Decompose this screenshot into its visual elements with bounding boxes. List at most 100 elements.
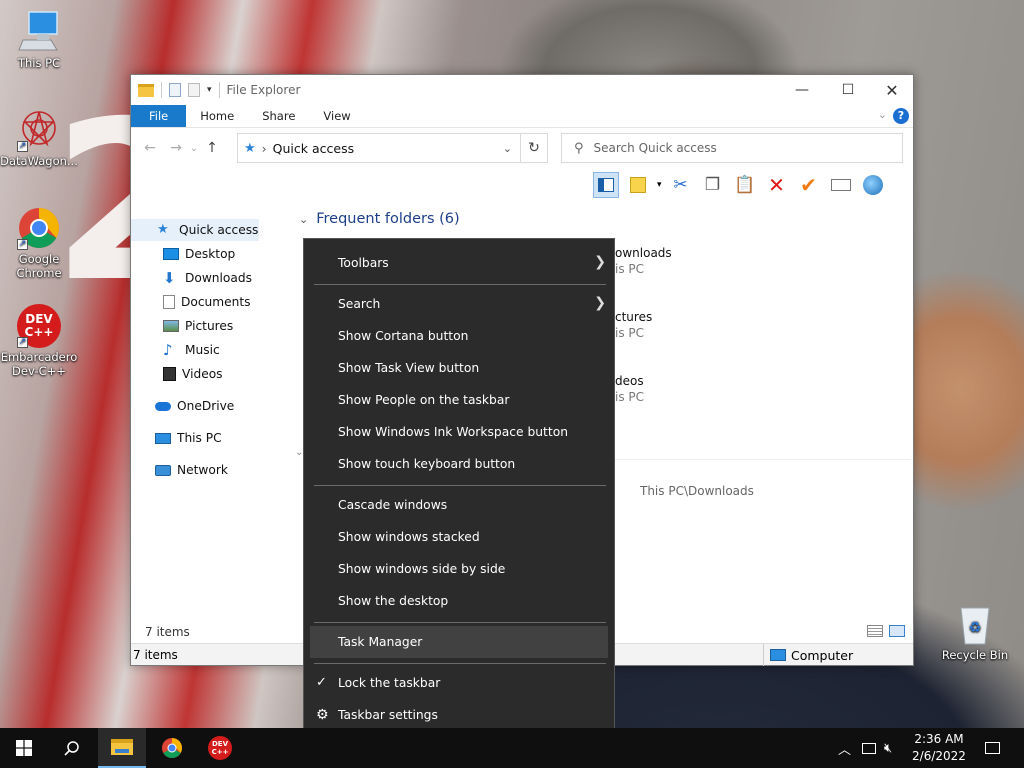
menu-item-show-cortana[interactable]: Show Cortana button bbox=[304, 320, 614, 352]
nav-label: Documents bbox=[181, 295, 251, 309]
expand-ribbon-icon[interactable]: ⌄ bbox=[878, 108, 887, 121]
menu-item-show-task-view[interactable]: Show Task View button bbox=[304, 352, 614, 384]
desktop-icon-datawagon[interactable]: ↗ DataWagon... bbox=[0, 108, 78, 168]
menu-item-show-desktop[interactable]: Show the desktop bbox=[304, 585, 614, 617]
nav-network[interactable]: Network bbox=[155, 459, 228, 481]
action-center-button[interactable] bbox=[982, 728, 1002, 768]
details-view-icon[interactable] bbox=[867, 625, 883, 637]
desktop-icon-chrome[interactable]: ↗ Google Chrome bbox=[0, 206, 78, 280]
desktop-icon-recycle-bin[interactable]: ♻ Recycle Bin bbox=[936, 602, 1014, 662]
menu-item-label: Show People on the taskbar bbox=[338, 393, 510, 407]
menu-item-windows-stacked[interactable]: Show windows stacked bbox=[304, 521, 614, 553]
nav-music[interactable]: ♪ Music bbox=[163, 339, 220, 361]
address-row: ← → ⌄ ↑ ★ › Quick access ⌄ ↻ ⚲ Search Qu… bbox=[131, 128, 913, 168]
chevron-down-icon: ⌄ bbox=[299, 212, 309, 226]
taskbar-context-menu[interactable]: Toolbars ❯ Search ❯ Show Cortana button … bbox=[303, 238, 615, 740]
customize-toolbar-icon[interactable]: ▾ bbox=[207, 85, 212, 95]
tab-share[interactable]: Share bbox=[248, 105, 309, 127]
nav-desktop[interactable]: Desktop 📌 bbox=[163, 243, 329, 265]
dropdown-icon[interactable]: ▾ bbox=[657, 180, 662, 190]
start-button[interactable] bbox=[0, 728, 48, 768]
desktop-icon-devcpp[interactable]: DEV C++ ↗ Embarcadero Dev-C++ bbox=[0, 304, 78, 378]
menu-item-task-manager[interactable]: Task Manager bbox=[310, 626, 608, 658]
folder-location: is PC bbox=[615, 326, 645, 340]
maximize-button[interactable]: ☐ bbox=[825, 75, 871, 105]
menu-item-label: Show the desktop bbox=[338, 594, 449, 608]
view-toggle bbox=[867, 625, 905, 637]
nav-label: Pictures bbox=[185, 319, 234, 333]
notes-icon[interactable] bbox=[625, 172, 651, 198]
tab-view[interactable]: View bbox=[309, 105, 364, 127]
forward-button[interactable]: → bbox=[165, 140, 187, 156]
tab-file[interactable]: File bbox=[131, 105, 187, 127]
nav-documents[interactable]: Documents 📌 bbox=[163, 291, 329, 313]
globe-icon[interactable] bbox=[860, 172, 886, 198]
help-icon[interactable]: ? bbox=[893, 108, 909, 124]
close-button[interactable]: ✕ bbox=[869, 75, 915, 105]
delete-icon[interactable]: ✕ bbox=[764, 172, 790, 198]
properties-icon[interactable] bbox=[169, 83, 181, 97]
new-folder-icon[interactable] bbox=[188, 83, 200, 97]
divider bbox=[161, 82, 162, 98]
nav-label: Music bbox=[185, 343, 220, 357]
nav-quick-access[interactable]: ★ Quick access bbox=[131, 219, 259, 241]
menu-item-label: Cascade windows bbox=[338, 498, 448, 512]
nav-onedrive[interactable]: OneDrive bbox=[155, 395, 234, 417]
frequent-folder-item[interactable]: deos is PC bbox=[615, 373, 644, 405]
search-button[interactable] bbox=[48, 728, 96, 768]
check-icon[interactable]: ✔ bbox=[796, 172, 822, 198]
up-button[interactable]: ↑ bbox=[201, 140, 223, 156]
frequent-folder-item[interactable]: ctures is PC bbox=[615, 309, 652, 341]
desktop-icon-this-pc[interactable]: This PC bbox=[0, 10, 78, 70]
volume-muted-icon[interactable]: 🔇︎ bbox=[884, 728, 892, 768]
taskbar-devcpp[interactable]: DEV C++ bbox=[196, 728, 244, 768]
recent-locations-icon[interactable]: ⌄ bbox=[187, 143, 201, 154]
taskbar[interactable]: DEV C++ ︿ 🔇︎ 2:36 AM 2/6/2022 bbox=[0, 728, 1024, 768]
menu-item-search[interactable]: Search ❯ bbox=[304, 288, 614, 320]
document-icon bbox=[163, 295, 175, 309]
address-dropdown-icon[interactable]: ⌄ bbox=[503, 142, 512, 155]
minimize-button[interactable]: — bbox=[779, 75, 825, 105]
search-box[interactable]: ⚲ Search Quick access bbox=[561, 133, 903, 163]
menu-item-side-by-side[interactable]: Show windows side by side bbox=[304, 553, 614, 585]
preview-pane-icon[interactable] bbox=[593, 172, 619, 198]
checkmark-icon: ✓ bbox=[316, 675, 327, 690]
back-button[interactable]: ← bbox=[139, 140, 161, 156]
star-icon: ★ bbox=[244, 140, 256, 156]
copy-icon[interactable]: ❐ bbox=[700, 172, 726, 198]
menu-item-show-ink-workspace[interactable]: Show Windows Ink Workspace button bbox=[304, 416, 614, 448]
menu-item-label: Show Cortana button bbox=[338, 329, 469, 343]
nav-downloads[interactable]: ⬇ Downloads 📌 bbox=[163, 267, 336, 289]
submenu-arrow-icon: ❯ bbox=[594, 254, 606, 270]
menu-item-lock-taskbar[interactable]: ✓ Lock the taskbar bbox=[304, 667, 614, 699]
menu-item-toolbars[interactable]: Toolbars ❯ bbox=[304, 247, 614, 279]
cloud-icon bbox=[155, 401, 171, 411]
menu-item-show-touch-keyboard[interactable]: Show touch keyboard button bbox=[304, 448, 614, 480]
taskbar-file-explorer[interactable] bbox=[98, 728, 146, 768]
nav-pictures[interactable]: Pictures 📌 bbox=[163, 315, 321, 337]
network-status-icon[interactable] bbox=[862, 728, 876, 768]
nav-videos[interactable]: Videos bbox=[163, 363, 223, 385]
nav-label: Downloads bbox=[185, 271, 252, 285]
large-icons-view-icon[interactable] bbox=[889, 625, 905, 637]
address-bar[interactable]: ★ › Quick access ⌄ bbox=[237, 133, 521, 163]
nav-this-pc[interactable]: This PC bbox=[155, 427, 222, 449]
paste-icon[interactable]: 📋 bbox=[732, 172, 758, 198]
cut-icon[interactable]: ✂ bbox=[668, 172, 694, 198]
search-icon: ⚲ bbox=[574, 140, 584, 156]
show-hidden-icons-button[interactable]: ︿ bbox=[838, 728, 851, 768]
tab-home[interactable]: Home bbox=[186, 105, 248, 127]
menu-item-taskbar-settings[interactable]: ⚙ Taskbar settings bbox=[304, 699, 614, 731]
frequent-folders-header[interactable]: ⌄ Frequent folders (6) bbox=[299, 211, 460, 227]
folder-icon bbox=[138, 83, 154, 97]
taskbar-chrome[interactable] bbox=[148, 728, 196, 768]
menu-item-cascade-windows[interactable]: Cascade windows bbox=[304, 489, 614, 521]
desktop-icon-label: Google Chrome bbox=[16, 252, 62, 280]
refresh-button[interactable]: ↻ bbox=[520, 133, 548, 163]
rename-icon[interactable] bbox=[828, 172, 854, 198]
clock[interactable]: 2:36 AM 2/6/2022 bbox=[906, 731, 972, 765]
datawagon-icon: ↗ bbox=[17, 108, 61, 152]
menu-item-label: Search bbox=[338, 297, 381, 311]
frequent-folder-item[interactable]: ownloads is PC bbox=[615, 245, 672, 277]
menu-item-show-people[interactable]: Show People on the taskbar bbox=[304, 384, 614, 416]
